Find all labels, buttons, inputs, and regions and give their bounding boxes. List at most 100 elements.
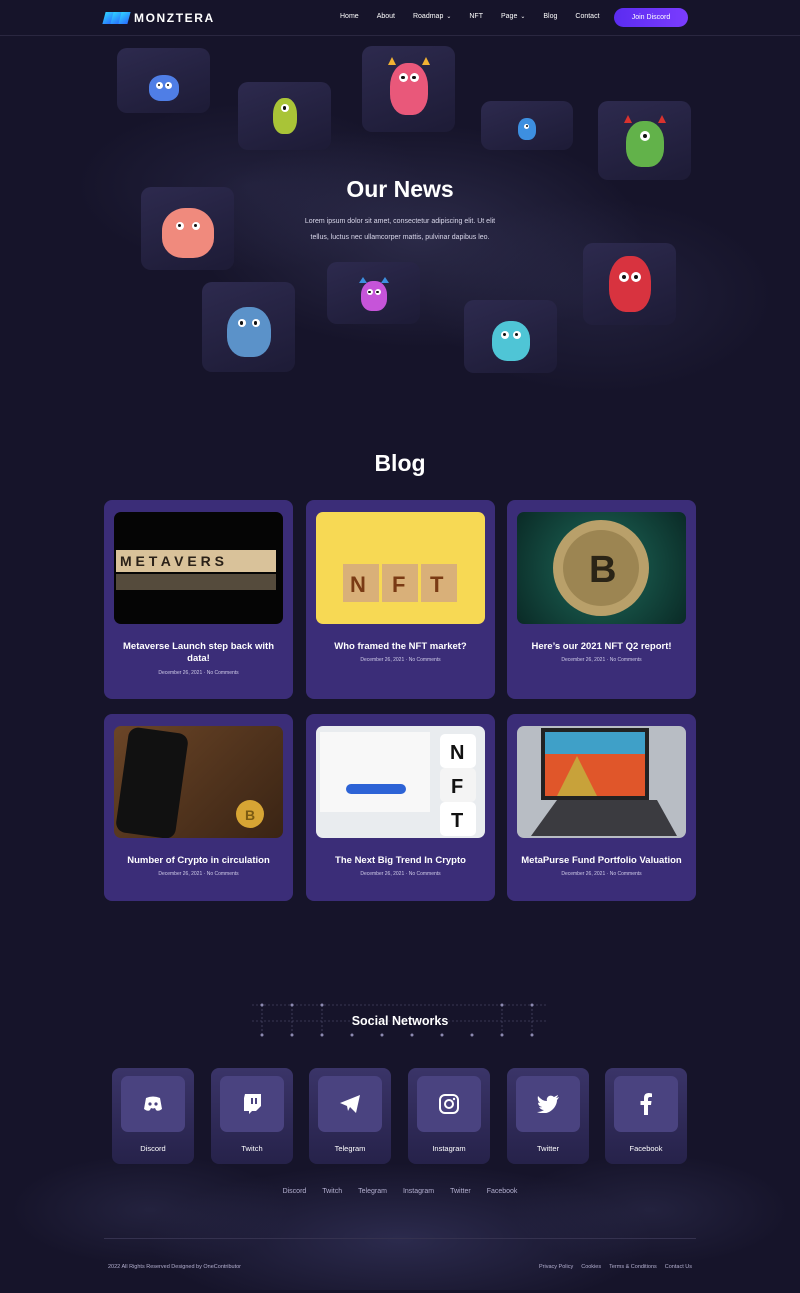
blog-card[interactable]: N F T Who framed the NFT market? Decembe… [306, 500, 495, 699]
monster-tile [117, 48, 210, 113]
monster-tile [598, 101, 691, 180]
social-label: Discord [140, 1144, 166, 1153]
social-card-facebook[interactable]: Facebook [605, 1068, 687, 1164]
monster-tile [583, 243, 676, 325]
nav-home[interactable]: Home [340, 13, 359, 20]
monster-image [358, 277, 389, 311]
svg-text:F: F [451, 776, 463, 798]
blog-image-phone[interactable]: B [114, 726, 283, 838]
blog-image-laptop[interactable] [517, 726, 686, 838]
legal-links: Privacy Policy Cookies Terms & Condition… [531, 1264, 692, 1270]
blog-card-title[interactable]: Number of Crypto in circulation [112, 855, 285, 867]
blog-title: Blog [374, 450, 426, 476]
main-nav: Home About Roadmap ⌄ NFT Page ⌄ Blog Conta… [340, 13, 618, 20]
svg-text:T: T [430, 572, 444, 597]
copyright-text: 2022 All Rights Reserved Designed by One… [108, 1264, 241, 1270]
monster-image [387, 57, 430, 115]
monster-image [148, 74, 179, 101]
twitter-icon[interactable] [516, 1076, 580, 1132]
blog-image-metaverse[interactable]: M E T A V E R S [114, 512, 283, 624]
svg-text:N: N [350, 572, 366, 597]
blog-card-title[interactable]: Metaverse Launch step back with data! [112, 641, 285, 665]
nav-about[interactable]: About [377, 13, 395, 20]
chevron-down-icon: ⌄ [446, 14, 452, 20]
svg-text:T: T [451, 810, 463, 832]
twitch-icon[interactable] [220, 1076, 284, 1132]
monster-tile [238, 82, 331, 150]
footer-link-facebook[interactable]: Facebook [487, 1188, 518, 1195]
blog-card-title[interactable]: Here’s our 2021 NFT Q2 report! [515, 641, 688, 653]
footer-link-discord[interactable]: Discord [283, 1188, 307, 1195]
cookies-link[interactable]: Cookies [581, 1264, 601, 1270]
blog-card[interactable]: MetaPurse Fund Portfolio Valuation Decem… [507, 714, 696, 901]
logo-icon [102, 12, 131, 24]
social-card-twitter[interactable]: Twitter [507, 1068, 589, 1164]
blog-card-meta: December 26, 2021 · No Comments [360, 871, 441, 877]
monster-tile [327, 262, 420, 324]
nav-page[interactable]: Page ⌄ [501, 13, 525, 20]
instagram-icon[interactable] [417, 1076, 481, 1132]
svg-text:F: F [392, 572, 405, 597]
discord-icon[interactable] [121, 1076, 185, 1132]
news-title: Our News [346, 176, 454, 202]
footer-link-twitch[interactable]: Twitch [322, 1188, 342, 1195]
monster-image [518, 117, 536, 140]
privacy-policy-link[interactable]: Privacy Policy [539, 1264, 573, 1270]
blog-card-title[interactable]: The Next Big Trend In Crypto [314, 855, 487, 867]
monster-image [161, 207, 214, 258]
social-card-twitch[interactable]: Twitch [211, 1068, 293, 1164]
blog-card-meta: December 26, 2021 · No Comments [158, 670, 239, 676]
monster-tile [464, 300, 557, 373]
monster-tile [362, 46, 455, 132]
image-text: M E T A V E R S [120, 553, 224, 569]
blog-image-bitcoin[interactable]: B [517, 512, 686, 624]
social-label: Facebook [629, 1144, 663, 1153]
nav-roadmap[interactable]: Roadmap ⌄ [413, 13, 451, 20]
site-header: MONZTERA Home About Roadmap ⌄ NFT Page ⌄ B… [0, 0, 800, 36]
blog-card-title[interactable]: MetaPurse Fund Portfolio Valuation [515, 855, 688, 867]
nav-nft[interactable]: NFT [469, 13, 483, 20]
social-title: Social Networks [351, 1014, 449, 1028]
svg-text:B: B [589, 549, 616, 591]
brand-name: MONZTERA [134, 11, 215, 25]
blog-card-meta: December 26, 2021 · No Comments [158, 871, 239, 877]
monster-tile [481, 101, 573, 150]
monster-image [272, 98, 297, 134]
blog-card-meta: December 26, 2021 · No Comments [561, 657, 642, 663]
footer-social-links: Discord Twitch Telegram Instagram Twitte… [0, 1188, 800, 1195]
footer-link-telegram[interactable]: Telegram [358, 1188, 387, 1195]
blog-card[interactable]: B Number of Crypto in circulation Decemb… [104, 714, 293, 901]
chevron-down-icon: ⌄ [520, 14, 526, 20]
footer-divider [104, 1238, 696, 1239]
social-card-telegram[interactable]: Telegram [309, 1068, 391, 1164]
telegram-icon[interactable] [318, 1076, 382, 1132]
blog-card[interactable]: B Here’s our 2021 NFT Q2 report! Decembe… [507, 500, 696, 699]
monster-tile [202, 282, 295, 372]
social-card-discord[interactable]: Discord [112, 1068, 194, 1164]
facebook-icon[interactable] [614, 1076, 678, 1132]
blog-card-title[interactable]: Who framed the NFT market? [314, 641, 487, 653]
join-discord-button[interactable]: Join Discord [614, 8, 688, 27]
monster-image [623, 114, 666, 167]
footer-link-twitter[interactable]: Twitter [450, 1188, 471, 1195]
logo[interactable]: MONZTERA [102, 11, 215, 25]
monster-image [491, 320, 530, 361]
blog-card-meta: December 26, 2021 · No Comments [360, 657, 441, 663]
blog-card-meta: December 26, 2021 · No Comments [561, 871, 642, 877]
svg-text:B: B [245, 807, 255, 823]
footer-link-instagram[interactable]: Instagram [403, 1188, 434, 1195]
blog-image-nft-dice[interactable]: NFT [316, 726, 485, 838]
svg-text:N: N [450, 742, 464, 764]
nav-contact[interactable]: Contact [575, 13, 599, 20]
blog-image-nft[interactable]: N F T [316, 512, 485, 624]
social-label: Telegram [334, 1144, 366, 1153]
social-label: Twitch [241, 1144, 263, 1153]
contact-us-link[interactable]: Contact Us [665, 1264, 692, 1270]
social-card-instagram[interactable]: Instagram [408, 1068, 490, 1164]
nav-blog[interactable]: Blog [543, 13, 557, 20]
social-label: Instagram [432, 1144, 466, 1153]
terms-link[interactable]: Terms & Conditions [609, 1264, 657, 1270]
blog-card[interactable]: NFT The Next Big Trend In Crypto Decembe… [306, 714, 495, 901]
monster-image [608, 256, 651, 312]
blog-card[interactable]: M E T A V E R S Metaverse Launch step ba… [104, 500, 293, 699]
